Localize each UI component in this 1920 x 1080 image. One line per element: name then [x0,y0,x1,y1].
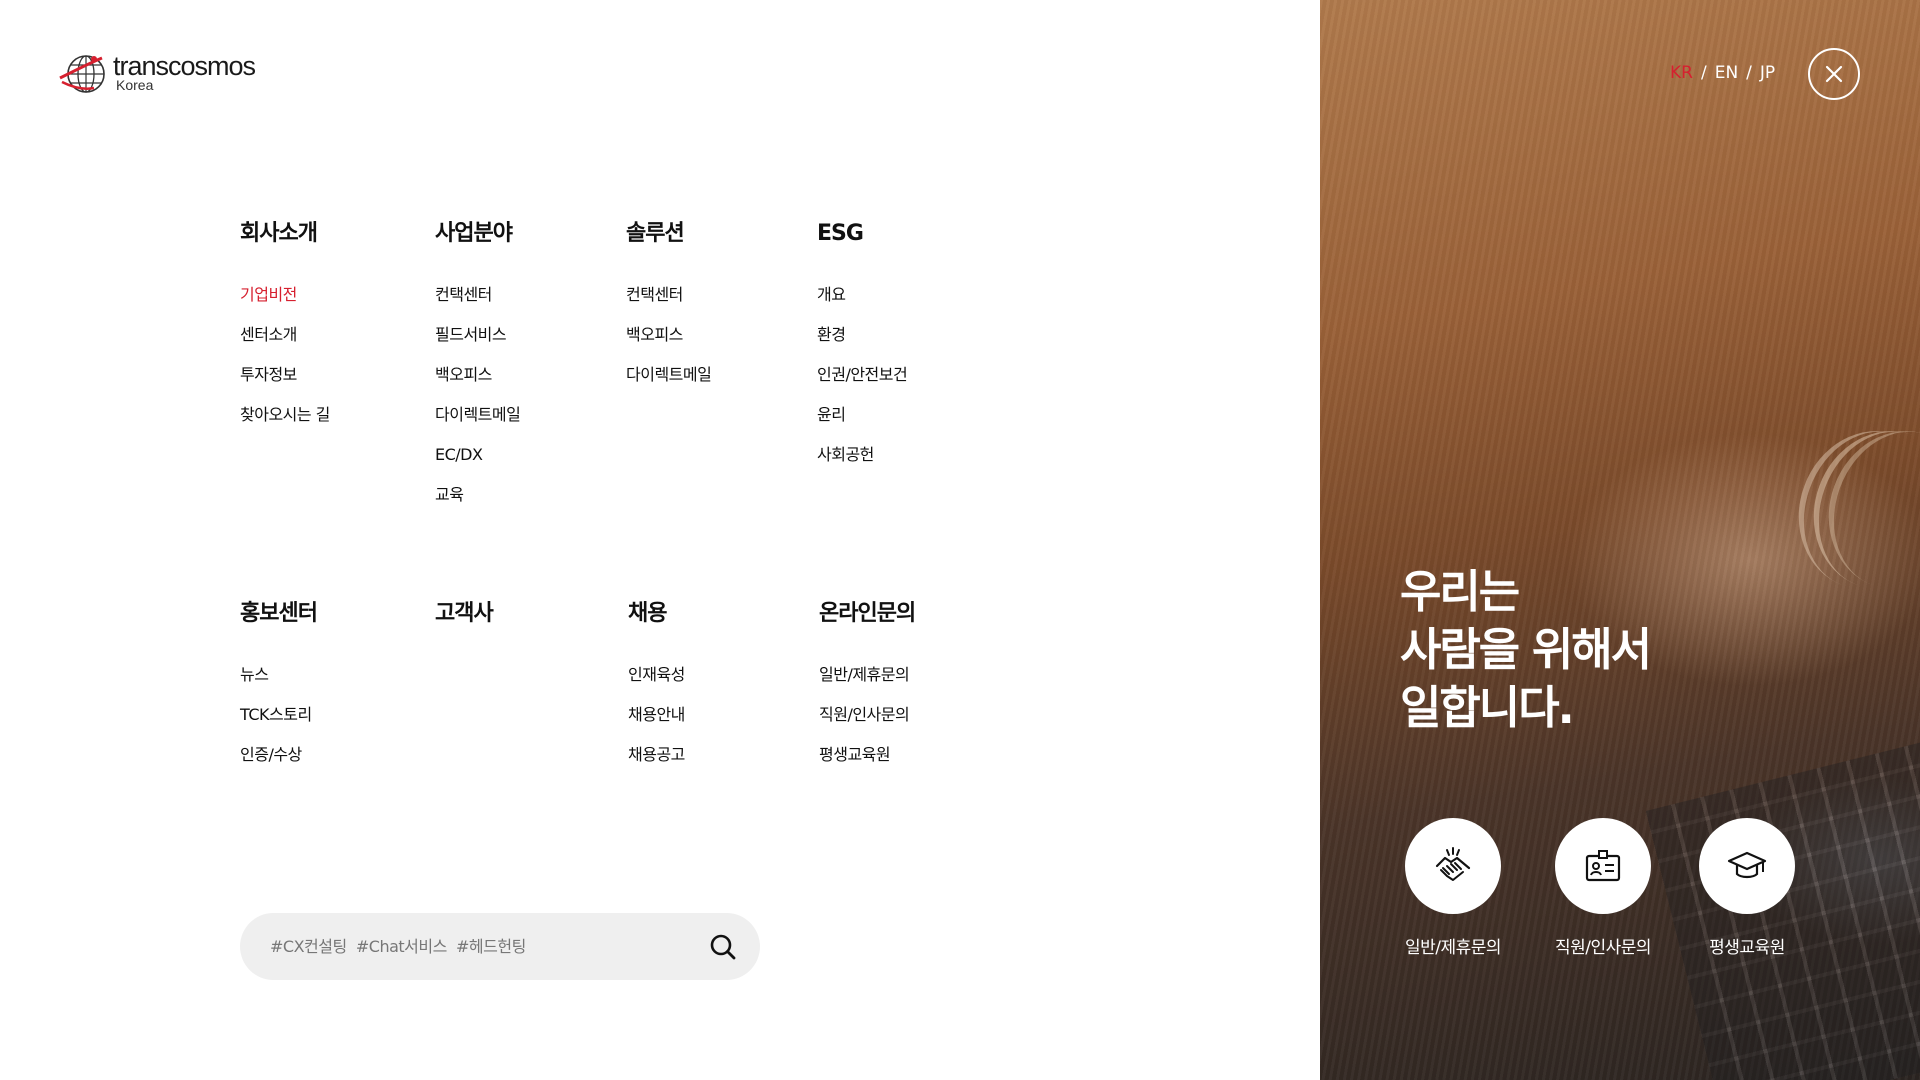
menu-group-company: 회사소개 기업비전 센터소개 투자정보 찾아오시는 길 [240,220,330,445]
menu-item-centers[interactable]: 센터소개 [240,325,330,365]
menu-item-job-postings[interactable]: 채용공고 [628,745,685,785]
menu-group-pr-center: 홍보센터 뉴스 TCK스토리 인증/수상 [240,600,318,785]
globe-logo-icon [59,55,105,93]
menu-item-recruit-guide[interactable]: 채용안내 [628,705,685,745]
menu-item-solution-back-office[interactable]: 백오피스 [626,325,711,365]
quick-link-circle [1699,818,1795,914]
menu-heading-solutions[interactable]: 솔루션 [626,220,711,248]
close-menu-button[interactable] [1808,48,1860,100]
menu-item-vision[interactable]: 기업비전 [240,285,330,325]
menu-list-online-inquiry: 일반/제휴문의 직원/인사문의 평생교육원 [819,665,915,785]
quick-link-label: 일반/제휴문의 [1404,938,1502,958]
menu-list-company: 기업비전 센터소개 투자정보 찾아오시는 길 [240,285,330,445]
quick-link-circle [1405,818,1501,914]
menu-group-solutions: 솔루션 컨택센터 백오피스 다이렉트메일 [626,220,712,405]
search-input[interactable] [270,913,690,980]
menu-list-esg: 개요 환경 인권/안전보건 윤리 사회공헌 [817,285,908,485]
menu-item-education[interactable]: 교육 [435,485,520,525]
menu-item-direct-mail[interactable]: 다이렉트메일 [435,405,521,445]
menu-heading-recruit[interactable]: 채용 [628,600,685,628]
menu-item-solution-contact-center[interactable]: 컨택센터 [626,285,711,325]
menu-panel: transcosmos Korea 회사소개 기업비전 센터소개 투자정보 찾아… [0,0,1320,1080]
menu-group-esg: ESG 개요 환경 인권/안전보건 윤리 사회공헌 [817,220,908,485]
menu-list-business: 컨택센터 필드서비스 백오피스 다이렉트메일 EC/DX 교육 [435,285,521,525]
search-icon [710,934,736,960]
menu-item-field-service[interactable]: 필드서비스 [435,325,520,365]
menu-item-back-office[interactable]: 백오피스 [435,365,520,405]
menu-list-recruit: 인재육성 채용안내 채용공고 [628,665,685,785]
graduation-cap-icon [1727,851,1767,879]
slogan-line: 사람을 위해서 [1400,623,1652,676]
menu-group-online-inquiry: 온라인문의 일반/제휴문의 직원/인사문의 평생교육원 [819,600,916,785]
menu-heading-company[interactable]: 회사소개 [240,220,330,248]
menu-list-pr-center: 뉴스 TCK스토리 인증/수상 [240,665,317,785]
language-switcher: KR / EN / JP [1670,62,1775,84]
menu-group-clients: 고객사 [435,600,494,628]
menu-heading-online-inquiry[interactable]: 온라인문의 [819,600,916,628]
lang-separator: / [1746,63,1752,83]
menu-heading-business[interactable]: 사업분야 [435,220,520,248]
menu-item-tck-story[interactable]: TCK스토리 [240,705,317,745]
search-bar [240,913,760,980]
menu-item-ethics[interactable]: 윤리 [817,405,907,445]
menu-item-investment[interactable]: 투자정보 [240,365,330,405]
lang-jp[interactable]: JP [1760,63,1775,83]
menu-item-certifications-awards[interactable]: 인증/수상 [240,745,317,785]
quick-link-label: 평생교육원 [1709,938,1785,958]
lang-kr[interactable]: KR [1670,63,1693,83]
quick-link-general-inquiry[interactable]: 일반/제휴문의 [1383,818,1523,959]
menu-item-news[interactable]: 뉴스 [240,665,317,705]
menu-item-human-rights-safety[interactable]: 인권/안전보건 [817,365,908,405]
menu-item-talent-development[interactable]: 인재육성 [628,665,685,705]
menu-item-lifelong-education[interactable]: 평생교육원 [819,745,915,785]
quick-link-label: 직원/인사문의 [1554,938,1652,958]
menu-item-general-partnership-inquiry[interactable]: 일반/제휴문의 [819,665,915,705]
logo[interactable]: transcosmos Korea [58,52,268,94]
menu-group-recruit: 채용 인재육성 채용안내 채용공고 [628,600,685,785]
menu-item-directions[interactable]: 찾아오시는 길 [240,405,330,445]
quick-link-circle [1555,818,1651,914]
menu-item-environment[interactable]: 환경 [817,325,907,365]
menu-item-contact-center[interactable]: 컨택센터 [435,285,520,325]
menu-item-ec-dx[interactable]: EC/DX [435,445,520,485]
menu-group-business: 사업분야 컨택센터 필드서비스 백오피스 다이렉트메일 EC/DX 교육 [435,220,521,525]
promo-panel: KR / EN / JP 우리는 사람을 위해서 일합니다. 일반/제휴문의 직… [1320,0,1920,1080]
lang-en[interactable]: EN [1715,63,1738,83]
id-card-icon [1585,850,1621,882]
menu-list-solutions: 컨택센터 백오피스 다이렉트메일 [626,285,712,405]
menu-item-social-contribution[interactable]: 사회공헌 [817,445,907,485]
menu-heading-pr-center[interactable]: 홍보센터 [240,600,318,628]
quick-link-lifelong-education[interactable]: 평생교육원 [1677,818,1817,959]
menu-heading-esg[interactable]: ESG [817,220,907,248]
slogan-line: 일합니다. [1400,681,1575,734]
menu-item-employee-hr-inquiry[interactable]: 직원/인사문의 [819,705,915,745]
quick-link-employee-inquiry[interactable]: 직원/인사문의 [1533,818,1673,959]
close-icon [1825,65,1843,83]
menu-item-solution-direct-mail[interactable]: 다이렉트메일 [626,365,712,405]
search-button[interactable] [708,932,738,962]
slogan-line: 우리는 [1400,565,1520,618]
lang-separator: / [1700,63,1707,83]
slogan: 우리는 사람을 위해서 일합니다. [1400,563,1652,737]
logo-wordmark: transcosmos [113,51,256,81]
logo-subtitle: Korea [116,77,154,93]
menu-item-esg-overview[interactable]: 개요 [817,285,907,325]
handshake-icon [1435,847,1471,881]
menu-heading-clients[interactable]: 고객사 [435,600,494,628]
